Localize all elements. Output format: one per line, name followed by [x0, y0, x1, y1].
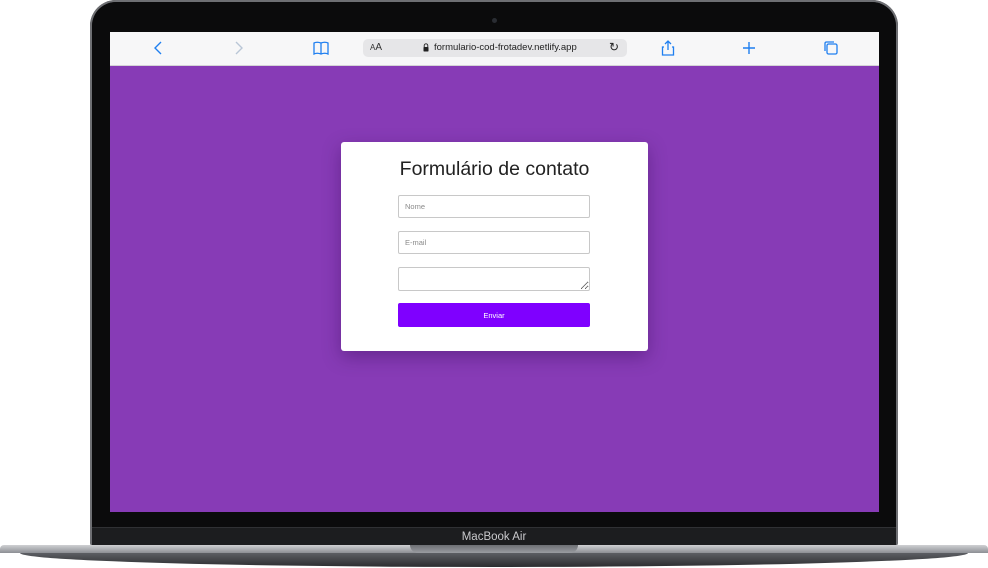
- reload-icon[interactable]: ↻: [609, 40, 619, 54]
- share-icon[interactable]: [658, 39, 678, 57]
- message-field[interactable]: [398, 267, 590, 291]
- submit-button[interactable]: Enviar: [398, 303, 590, 327]
- contact-form-card: Formulário de contato Enviar: [341, 142, 648, 351]
- book-icon[interactable]: [311, 39, 331, 57]
- name-field[interactable]: [398, 195, 590, 218]
- form-title: Formulário de contato: [399, 158, 590, 180]
- browser-toolbar: AA formulario-cod-frotadev.netlify.app ↻: [110, 32, 879, 66]
- plus-icon[interactable]: [739, 39, 759, 57]
- lock-icon: [423, 43, 429, 52]
- laptop-base: [0, 545, 988, 568]
- browser-screen: AA formulario-cod-frotadev.netlify.app ↻…: [110, 32, 879, 512]
- chevron-left-icon[interactable]: [149, 39, 169, 57]
- chevron-right-icon[interactable]: [228, 39, 248, 57]
- camera-icon: [492, 18, 497, 23]
- tabs-icon[interactable]: [821, 39, 841, 57]
- brand-label: MacBook Air: [461, 531, 527, 543]
- url-text: formulario-cod-frotadev.netlify.app: [434, 42, 577, 53]
- opening-notch: [410, 545, 578, 553]
- address-bar[interactable]: AA formulario-cod-frotadev.netlify.app ↻: [363, 39, 627, 57]
- reader-button[interactable]: AA: [370, 42, 382, 53]
- email-field[interactable]: [398, 231, 590, 254]
